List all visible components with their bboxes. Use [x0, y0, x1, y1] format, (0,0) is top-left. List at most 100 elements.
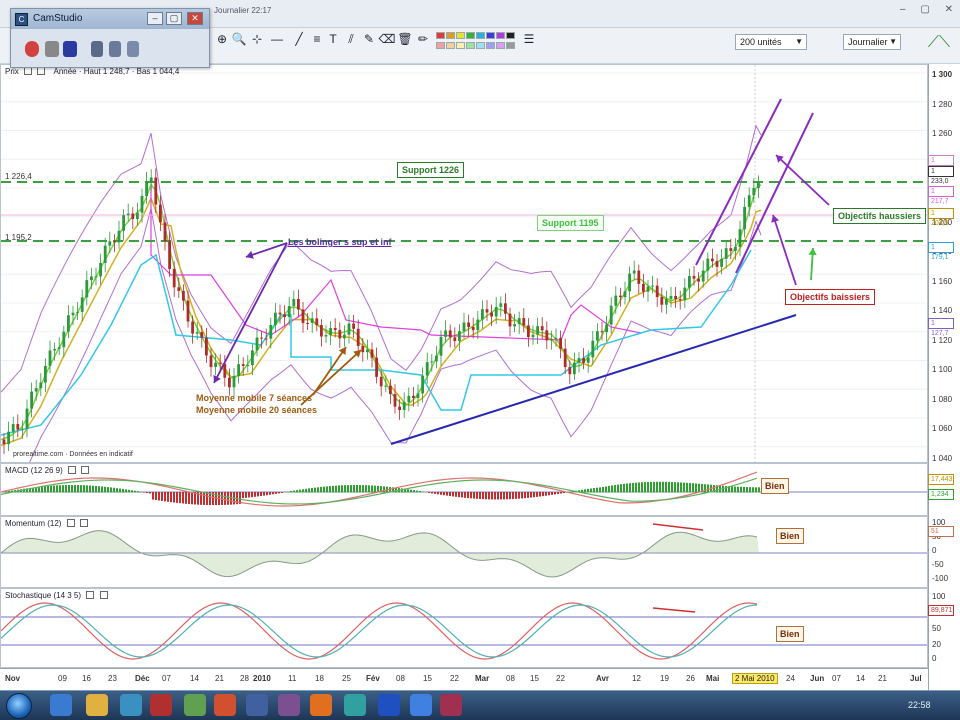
- candle-body: [467, 322, 470, 328]
- macd-histogram-bar: [89, 485, 91, 493]
- chart-type-icon[interactable]: ⟋⟍: [924, 30, 954, 56]
- color-swatch-cream[interactable]: [456, 42, 465, 49]
- start-button[interactable]: [6, 693, 32, 719]
- color-swatch-lightcyan[interactable]: [476, 42, 485, 49]
- date-tick: 12: [632, 674, 641, 683]
- color-swatch-pink[interactable]: [436, 42, 445, 49]
- candle-body: [706, 258, 710, 271]
- stochastic-pane-label: Stochastique (14 3 5): [5, 591, 82, 600]
- app-icon[interactable]: [344, 694, 366, 716]
- color-swatch-lavender[interactable]: [496, 42, 505, 49]
- app-icon[interactable]: [246, 694, 268, 716]
- app-icon[interactable]: [310, 694, 332, 716]
- pane-close-icon[interactable]: [99, 591, 108, 599]
- candle-body: [531, 334, 535, 338]
- stop-icon[interactable]: [63, 41, 77, 57]
- zoom-icon[interactable]: ⊕: [215, 32, 229, 46]
- camstudio-logo-icon: C: [15, 13, 28, 26]
- macd-histogram-bar: [674, 482, 676, 493]
- color-swatch-cyan[interactable]: [476, 32, 485, 39]
- pane-close-icon[interactable]: [79, 519, 88, 527]
- macd-histogram-bar: [515, 492, 517, 499]
- trash-icon[interactable]: 🗑: [397, 32, 412, 46]
- pencil-icon[interactable]: ✏: [416, 32, 430, 46]
- app-icon[interactable]: [378, 694, 400, 716]
- candle-body: [113, 241, 116, 243]
- macd-histogram-bar: [746, 487, 748, 493]
- pane-close-icon[interactable]: [81, 466, 90, 474]
- channel-icon[interactable]: ⫽: [344, 32, 358, 46]
- momentum-tag: 51: [928, 526, 954, 537]
- record-icon[interactable]: [25, 41, 39, 57]
- pause-icon[interactable]: [45, 41, 59, 57]
- color-swatch-peach[interactable]: [446, 42, 455, 49]
- pane-settings-icon[interactable]: [24, 67, 33, 75]
- line-tool-icon[interactable]: ―: [270, 32, 284, 46]
- momentum-pane[interactable]: Momentum (12) Bien: [0, 516, 928, 588]
- text-tool-icon[interactable]: T: [326, 32, 340, 46]
- data-source-text: prorealtime.com · Données en indicatif: [13, 451, 133, 458]
- eraser-icon[interactable]: ⌫: [379, 32, 396, 46]
- settings-icon[interactable]: [127, 41, 139, 57]
- color-swatch-red[interactable]: [436, 32, 445, 39]
- color-swatch-black[interactable]: [506, 32, 515, 39]
- pane-settings-icon[interactable]: [86, 591, 95, 599]
- options-icon[interactable]: [109, 41, 121, 57]
- macd-histogram-bar: [494, 492, 496, 500]
- app-icon[interactable]: [150, 694, 172, 716]
- close-button[interactable]: ✕: [187, 12, 203, 25]
- color-swatch-green[interactable]: [466, 32, 475, 39]
- media-icon[interactable]: [120, 694, 142, 716]
- price-chart-pane[interactable]: Prix Année · Haut 1 248,7 · Bas 1 044,4 …: [0, 64, 928, 463]
- support-1226-label: Support 1226: [397, 162, 465, 178]
- macd-pane[interactable]: MACD (12 26 9) Bien: [0, 463, 928, 516]
- date-tick: 08: [396, 674, 405, 683]
- line-width-icon[interactable]: ☰: [522, 32, 536, 46]
- minimize-button[interactable]: –: [147, 12, 163, 25]
- color-swatch-blue[interactable]: [486, 32, 495, 39]
- color-swatch-purple[interactable]: [496, 32, 505, 39]
- units-select[interactable]: 200 unités ▼: [735, 34, 807, 50]
- stochastic-pane[interactable]: Stochastique (14 3 5) Bien: [0, 588, 928, 668]
- macd-histogram-bar: [350, 485, 352, 493]
- color-swatch-lightblue[interactable]: [486, 42, 495, 49]
- macd-histogram-bar: [206, 492, 208, 506]
- trendline-icon[interactable]: ╱: [292, 32, 306, 46]
- macd-histogram-bar: [647, 481, 649, 493]
- period-select[interactable]: Journalier ▼: [843, 34, 901, 50]
- color-swatch-lightgreen[interactable]: [466, 42, 475, 49]
- region-icon[interactable]: [91, 41, 103, 57]
- maximize-button[interactable]: ▢: [166, 12, 182, 25]
- camstudio-window[interactable]: C CamStudio – ▢ ✕: [10, 8, 210, 68]
- candle-body: [7, 431, 10, 445]
- candle-body: [402, 401, 406, 411]
- ie-icon[interactable]: [50, 694, 72, 716]
- color-swatch-yellow[interactable]: [456, 32, 465, 39]
- pane-close-icon[interactable]: [37, 67, 46, 75]
- color-swatch-orange[interactable]: [446, 32, 455, 39]
- candle-body: [11, 424, 15, 432]
- candle-body: [168, 241, 171, 269]
- fibonacci-icon[interactable]: ≡: [310, 32, 324, 46]
- candle-body: [71, 312, 75, 316]
- magnifier-icon[interactable]: 🔍: [232, 32, 247, 46]
- pen-icon[interactable]: ✎: [362, 32, 376, 46]
- crosshair-icon[interactable]: ⊹: [250, 32, 264, 46]
- macd-histogram-bar: [56, 485, 58, 493]
- explorer-icon[interactable]: [86, 694, 108, 716]
- app-icon[interactable]: [214, 694, 236, 716]
- candle-body: [122, 215, 125, 231]
- camstudio-title-bar[interactable]: C CamStudio – ▢ ✕: [11, 9, 209, 29]
- color-swatch-gray[interactable]: [506, 42, 515, 49]
- candle-body: [563, 348, 567, 368]
- app-icon[interactable]: [184, 694, 206, 716]
- app-icon[interactable]: [278, 694, 300, 716]
- candle-body: [545, 330, 549, 341]
- pane-settings-icon[interactable]: [68, 466, 77, 474]
- macd-histogram-bar: [473, 492, 475, 499]
- app-icon[interactable]: [440, 694, 462, 716]
- candle-body: [646, 286, 650, 292]
- pane-settings-icon[interactable]: [66, 519, 75, 527]
- app-icon[interactable]: [410, 694, 432, 716]
- window-controls[interactable]: – ▢ ✕: [900, 4, 959, 15]
